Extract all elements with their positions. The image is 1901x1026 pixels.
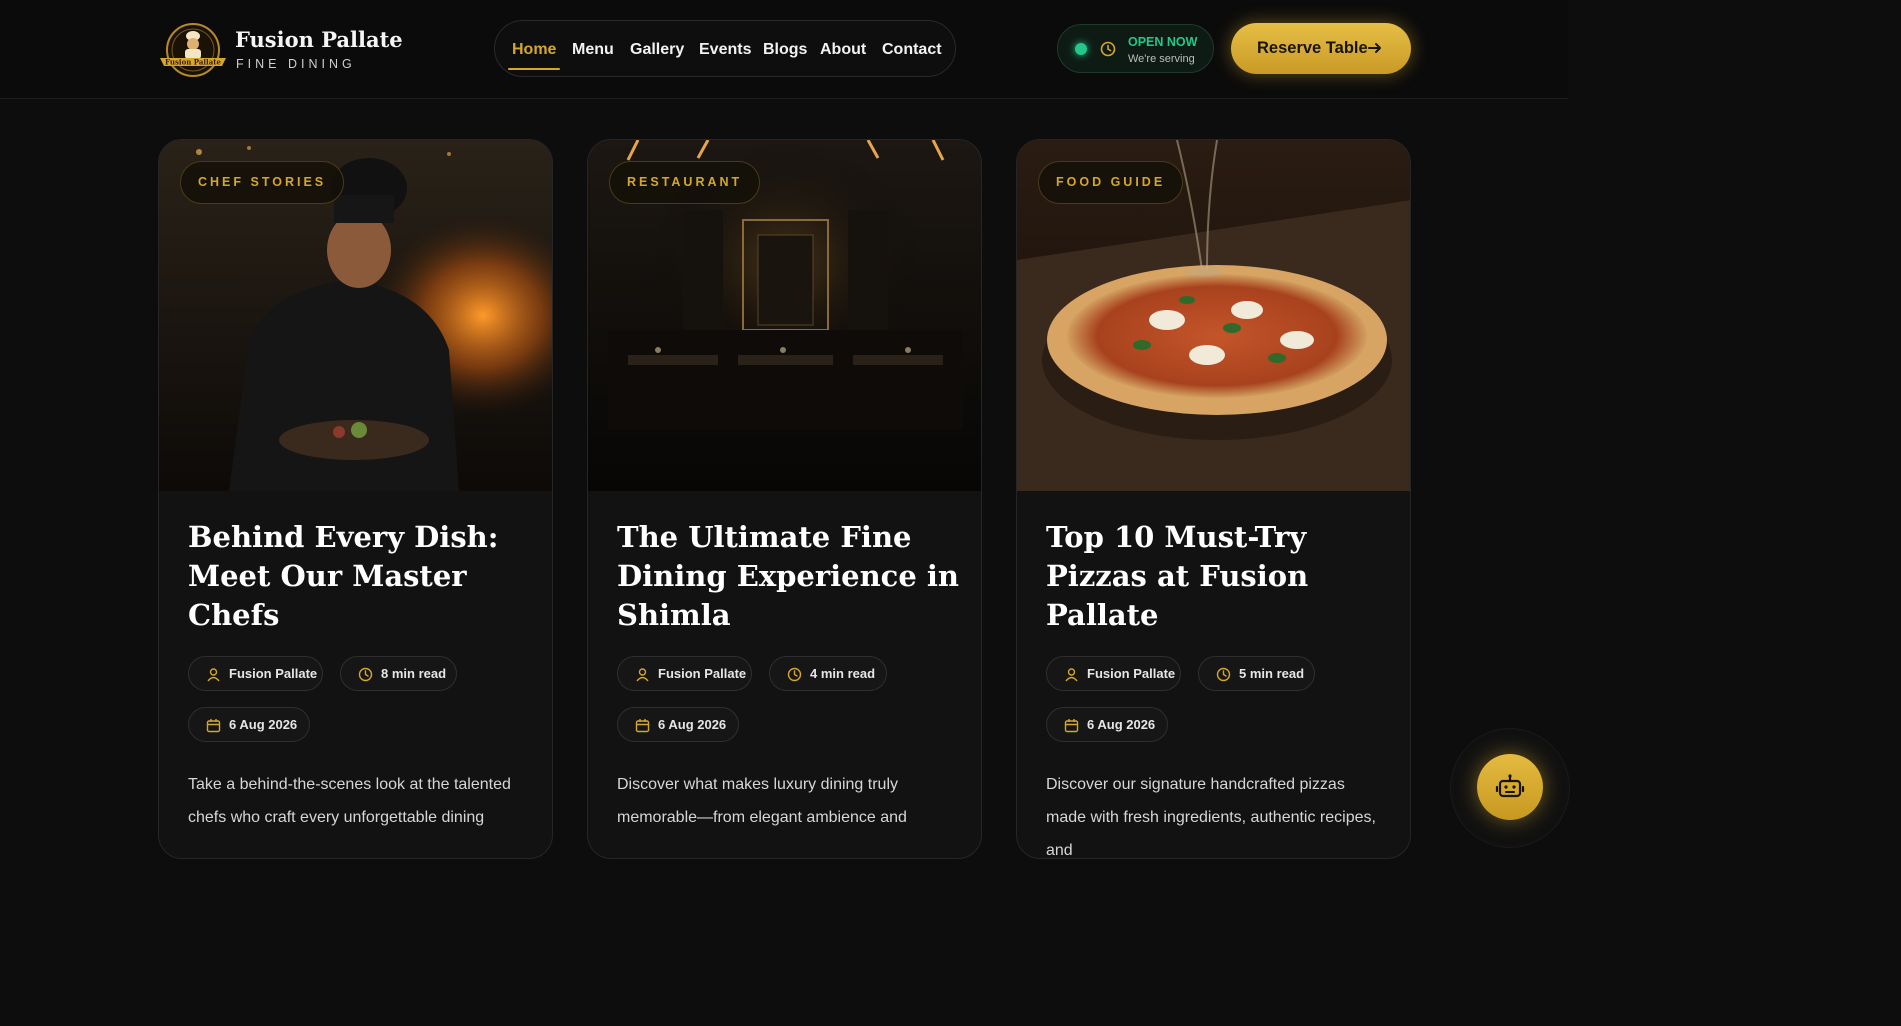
blog-card-chef-stories[interactable]: CHEF STORIES Behind Every Dish: Meet Our… xyxy=(158,139,553,859)
calendar-icon xyxy=(1064,718,1079,733)
user-icon xyxy=(206,667,221,682)
author-name: Fusion Pallate xyxy=(229,666,318,681)
status-dot xyxy=(1075,43,1087,55)
arrow-right-icon xyxy=(1367,40,1383,56)
clock-icon xyxy=(1100,41,1116,57)
blog-card-restaurant[interactable]: RESTAURANT The Ultimate Fine Dining Expe… xyxy=(587,139,982,859)
svg-text:Fusion Pallate: Fusion Pallate xyxy=(165,58,221,67)
nav-item-contact[interactable]: Contact xyxy=(882,41,942,59)
clock-icon xyxy=(1216,667,1231,682)
read-time: 4 min read xyxy=(810,666,876,681)
date-chip: 6 Aug 2026 xyxy=(1046,707,1168,742)
read-time-chip: 4 min read xyxy=(769,656,887,691)
author-name: Fusion Pallate xyxy=(1087,666,1176,681)
date-chip: 6 Aug 2026 xyxy=(617,707,739,742)
main-nav: Home Menu Gallery Events Blogs About Con… xyxy=(494,20,956,77)
publish-date: 6 Aug 2026 xyxy=(229,717,298,732)
read-time: 8 min read xyxy=(381,666,447,681)
author-chip: Fusion Pallate xyxy=(188,656,323,691)
category-chip[interactable]: FOOD GUIDE xyxy=(1038,161,1184,204)
robot-icon xyxy=(1495,772,1525,802)
category-chip[interactable]: CHEF STORIES xyxy=(180,161,345,204)
author-chip: Fusion Pallate xyxy=(1046,656,1181,691)
status-subtitle: We're serving xyxy=(1128,53,1195,65)
chat-assistant-button[interactable] xyxy=(1477,754,1543,820)
clock-icon xyxy=(358,667,373,682)
open-status-badge: OPEN NOW We're serving xyxy=(1057,24,1214,73)
publish-date: 6 Aug 2026 xyxy=(658,717,727,732)
author-name: Fusion Pallate xyxy=(658,666,747,681)
brand-name[interactable]: Fusion Pallate xyxy=(235,27,403,52)
nav-item-menu[interactable]: Menu xyxy=(572,41,614,59)
read-time: 5 min read xyxy=(1239,666,1305,681)
nav-active-indicator xyxy=(508,68,560,70)
brand-logo[interactable]: Fusion Pallate xyxy=(158,22,228,78)
read-time-chip: 8 min read xyxy=(340,656,457,691)
nav-item-events[interactable]: Events xyxy=(699,41,751,59)
date-chip: 6 Aug 2026 xyxy=(188,707,310,742)
card-excerpt: Discover our signature handcrafted pizza… xyxy=(1046,776,1376,859)
site-header: Fusion Pallate Fusion Pallate FINE DININ… xyxy=(0,0,1568,99)
user-icon xyxy=(1064,667,1079,682)
nav-item-home[interactable]: Home xyxy=(512,41,556,59)
reserve-table-button[interactable]: Reserve Table xyxy=(1231,23,1411,74)
card-title[interactable]: Behind Every Dish: Meet Our Master Chefs xyxy=(188,518,538,635)
reserve-table-label: Reserve Table xyxy=(1257,39,1368,57)
read-time-chip: 5 min read xyxy=(1198,656,1315,691)
nav-item-blogs[interactable]: Blogs xyxy=(763,41,807,59)
card-title[interactable]: Top 10 Must-Try Pizzas at Fusion Pallate xyxy=(1046,518,1396,635)
calendar-icon xyxy=(206,718,221,733)
author-chip: Fusion Pallate xyxy=(617,656,752,691)
brand-tagline: FINE DINING xyxy=(236,57,356,71)
status-title: OPEN NOW xyxy=(1128,35,1198,49)
nav-item-about[interactable]: About xyxy=(820,41,866,59)
blog-card-food-guide[interactable]: FOOD GUIDE Top 10 Must-Try Pizzas at Fus… xyxy=(1016,139,1411,859)
clock-icon xyxy=(787,667,802,682)
card-title[interactable]: The Ultimate Fine Dining Experience in S… xyxy=(617,518,967,635)
card-excerpt: Discover what makes luxury dining truly … xyxy=(617,776,907,826)
card-excerpt: Take a behind-the-scenes look at the tal… xyxy=(188,776,511,826)
nav-item-gallery[interactable]: Gallery xyxy=(630,41,684,59)
user-icon xyxy=(635,667,650,682)
calendar-icon xyxy=(635,718,650,733)
category-chip[interactable]: RESTAURANT xyxy=(609,161,761,204)
publish-date: 6 Aug 2026 xyxy=(1087,717,1156,732)
